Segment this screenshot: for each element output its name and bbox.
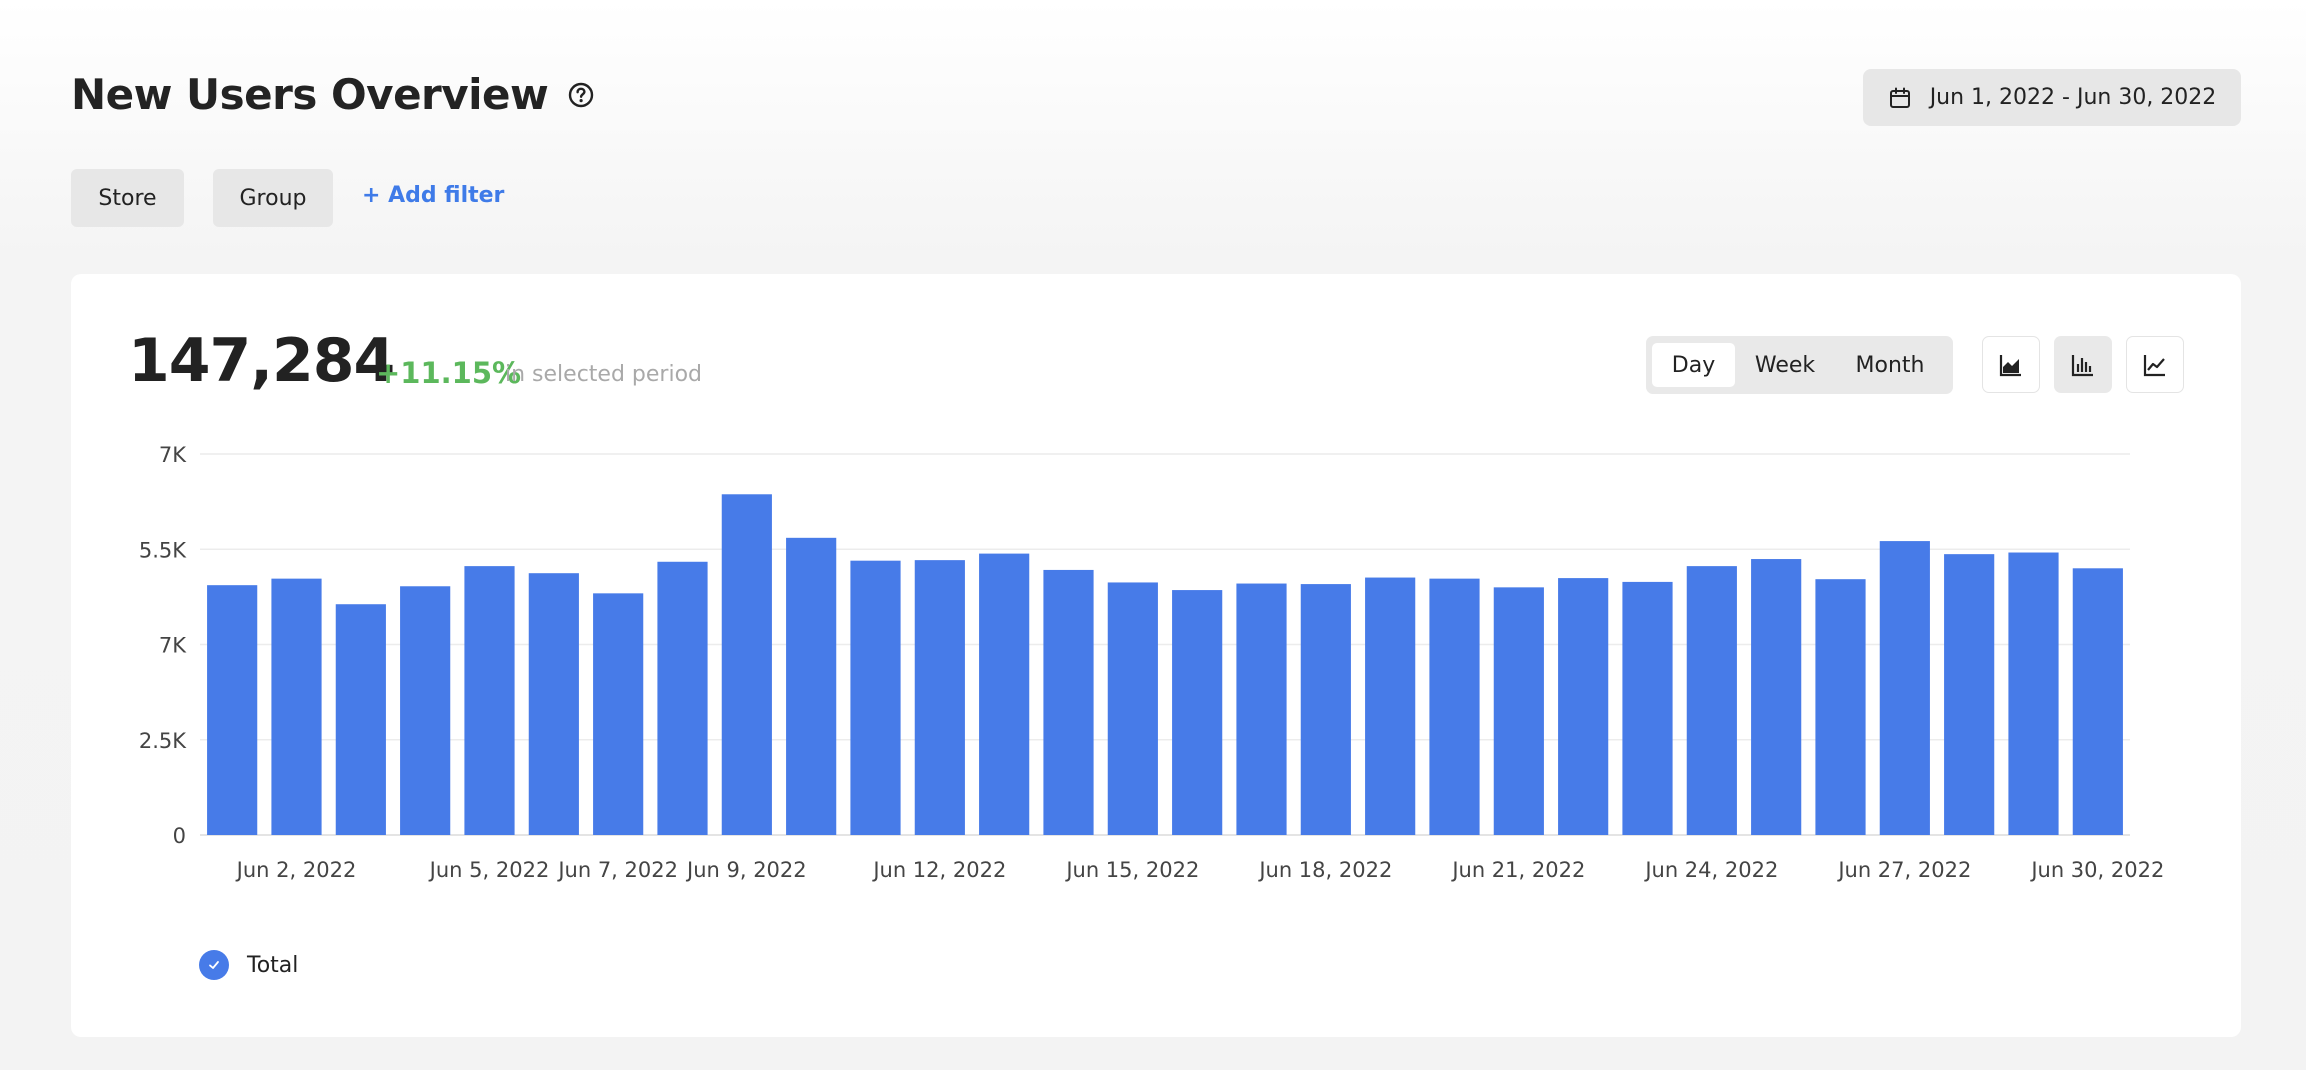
bar-chart: 0 2.5K 7K 5.5K 7K Jun 2, 2022 Jun 5, 2022 Jun 7… — [139, 443, 2165, 882]
filter-store-button[interactable]: Store — [71, 169, 184, 227]
x-tick-label: Jun 27, 2022 — [1836, 858, 1971, 882]
bar[interactable] — [1686, 566, 1737, 835]
x-tick-label: Jun 15, 2022 — [1064, 858, 1199, 882]
bar[interactable] — [1429, 578, 1480, 835]
bar[interactable] — [1815, 579, 1866, 835]
legend-label: Total — [247, 952, 299, 978]
bar[interactable] — [786, 537, 837, 835]
bar[interactable] — [464, 566, 515, 835]
x-tick-label: Jun 2, 2022 — [235, 858, 357, 882]
y-tick-label: 7K — [159, 443, 187, 467]
bar[interactable] — [1300, 584, 1351, 835]
bar[interactable] — [400, 586, 451, 835]
bar[interactable] — [1365, 577, 1416, 835]
bar[interactable] — [1236, 583, 1287, 835]
calendar-icon — [1888, 86, 1912, 110]
chart-legend: Total — [199, 950, 298, 980]
x-tick-label: Jun 21, 2022 — [1450, 858, 1585, 882]
page-title-text: New Users Overview — [71, 70, 549, 119]
bar[interactable] — [979, 553, 1030, 835]
bar[interactable] — [1879, 541, 1930, 835]
filter-group-button[interactable]: Group — [213, 169, 333, 227]
date-range-picker[interactable]: Jun 1, 2022 - Jun 30, 2022 — [1863, 69, 2241, 126]
x-tick-label: Jun 7, 2022 — [556, 858, 678, 882]
bar[interactable] — [207, 585, 258, 835]
bar[interactable] — [914, 560, 965, 835]
bar[interactable] — [1493, 587, 1544, 835]
bar[interactable] — [528, 573, 579, 835]
y-tick-label: 5.5K — [139, 538, 187, 562]
bar[interactable] — [1944, 554, 1995, 835]
x-tick-label: Jun 30, 2022 — [2029, 858, 2164, 882]
x-tick-label: Jun 12, 2022 — [871, 858, 1006, 882]
y-tick-label: 0 — [173, 824, 186, 848]
legend-check-icon[interactable] — [199, 950, 229, 980]
bar[interactable] — [1558, 578, 1609, 835]
add-filter-link[interactable]: + Add filter — [362, 183, 504, 208]
x-tick-label: Jun 24, 2022 — [1643, 858, 1778, 882]
bar[interactable] — [1622, 581, 1673, 835]
bar[interactable] — [271, 578, 322, 835]
bar[interactable] — [1751, 559, 1802, 835]
bar[interactable] — [1172, 590, 1223, 835]
bar[interactable] — [593, 593, 644, 835]
y-tick-label: 7K — [159, 634, 187, 658]
date-range-text: Jun 1, 2022 - Jun 30, 2022 — [1929, 85, 2217, 110]
x-tick-label: Jun 9, 2022 — [685, 858, 807, 882]
bar[interactable] — [1107, 582, 1158, 835]
bar[interactable] — [2008, 552, 2059, 835]
x-tick-label: Jun 5, 2022 — [428, 858, 550, 882]
page-title: New Users Overview — [71, 70, 596, 119]
bar[interactable] — [850, 560, 901, 835]
bar[interactable] — [721, 494, 772, 835]
bar[interactable] — [2072, 568, 2123, 835]
help-icon[interactable] — [566, 80, 596, 110]
bar[interactable] — [657, 561, 708, 835]
bar[interactable] — [1043, 569, 1094, 835]
y-tick-label: 2.5K — [139, 729, 187, 753]
chart-card: 147,284 +11.15% in selected period Day W… — [71, 274, 2241, 1037]
bar[interactable] — [335, 604, 386, 835]
x-tick-label: Jun 18, 2022 — [1257, 858, 1392, 882]
